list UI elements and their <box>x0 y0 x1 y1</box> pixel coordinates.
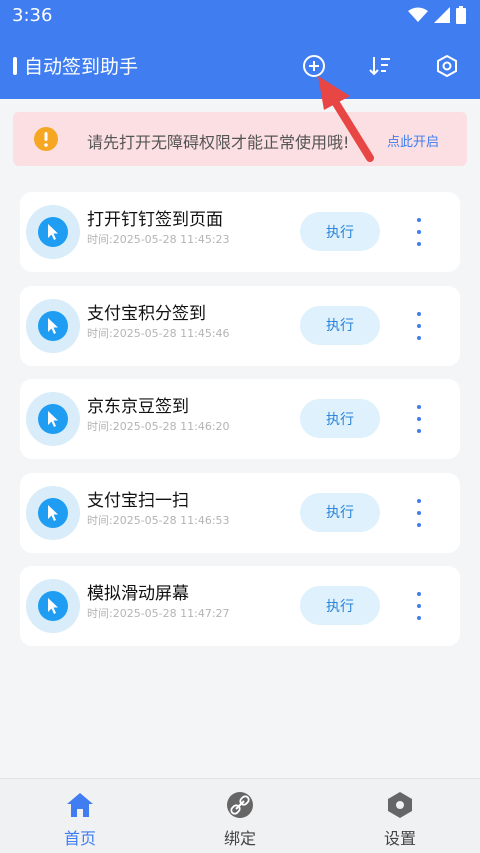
task-card[interactable]: 支付宝积分签到 时间:2025-05-28 11:45:46 执行 <box>20 285 460 366</box>
cursor-icon <box>48 224 58 240</box>
task-title: 支付宝扫一扫 <box>87 490 189 511</box>
task-avatar <box>26 392 80 447</box>
cursor-icon <box>48 317 58 334</box>
execute-button[interactable]: 执行 <box>300 586 380 626</box>
task-title: 京东京豆签到 <box>87 397 189 418</box>
task-card[interactable]: 京东京豆签到 时间:2025-05-28 11:46:20 执行 <box>20 379 460 460</box>
status-icons <box>408 6 466 24</box>
app-title: 自动签到助手 <box>24 56 139 78</box>
notice-text: 请先打开无障碍权限才能正常使用哦! <box>87 133 350 152</box>
more-options-icon[interactable] <box>412 592 426 621</box>
title-accent-bar <box>13 57 17 75</box>
more-options-icon[interactable] <box>412 498 426 527</box>
task-avatar <box>26 205 80 259</box>
enable-accessibility-link[interactable]: 点此开启 <box>387 131 439 150</box>
task-time: 时间:2025-05-28 11:46:20 <box>87 420 230 434</box>
signal-icon <box>434 7 450 23</box>
add-icon <box>303 55 325 77</box>
more-options-icon[interactable] <box>412 311 426 340</box>
cursor-icon <box>48 504 58 521</box>
status-time: 3:36 <box>12 5 53 26</box>
nav-home[interactable]: 首页 <box>20 779 140 853</box>
nav-bind-label: 绑定 <box>223 829 256 848</box>
task-time: 时间:2025-05-28 11:45:23 <box>87 233 230 246</box>
cursor-icon <box>48 598 58 615</box>
bottom-nav: 首页 绑定 设置 <box>0 778 480 853</box>
settings-icon <box>388 792 412 818</box>
accessibility-notice: 请先打开无障碍权限才能正常使用哦! 点此开启 <box>13 112 467 166</box>
task-card[interactable]: 打开钉钉签到页面 时间:2025-05-28 11:45:23 执行 <box>20 192 460 272</box>
battery-icon <box>456 6 466 24</box>
task-title: 支付宝积分签到 <box>87 303 206 324</box>
execute-button[interactable]: 执行 <box>300 305 380 345</box>
wifi-icon <box>408 7 428 22</box>
task-time: 时间:2025-05-28 11:45:46 <box>87 326 230 340</box>
task-title: 模拟滑动屏幕 <box>87 584 189 605</box>
execute-button[interactable]: 执行 <box>300 492 380 532</box>
sort-button[interactable] <box>366 52 394 80</box>
task-avatar <box>26 298 80 353</box>
cursor-icon <box>48 411 58 428</box>
home-icon <box>67 793 93 817</box>
settings-button[interactable] <box>433 52 461 80</box>
sort-icon <box>369 57 390 76</box>
task-list: 打开钉钉签到页面 时间:2025-05-28 11:45:23 执行 支付宝积分… <box>20 192 460 660</box>
execute-button[interactable]: 执行 <box>300 399 380 439</box>
nav-bind[interactable]: 绑定 <box>180 779 300 853</box>
task-time: 时间:2025-05-28 11:47:27 <box>87 607 230 621</box>
title-row: 自动签到助手 <box>0 48 480 84</box>
settings-icon <box>437 54 457 78</box>
task-card[interactable]: 模拟滑动屏幕 时间:2025-05-28 11:47:27 执行 <box>20 566 460 647</box>
task-time: 时间:2025-05-28 11:46:53 <box>87 513 230 527</box>
more-options-icon[interactable] <box>412 218 426 246</box>
more-options-icon[interactable] <box>412 405 426 434</box>
nav-home-label: 首页 <box>63 829 96 848</box>
task-avatar <box>26 579 80 634</box>
app-bar: 3:36 自动签到助手 <box>0 0 480 99</box>
link-icon <box>227 792 253 818</box>
task-avatar <box>26 485 80 540</box>
warning-icon <box>34 127 58 151</box>
task-card[interactable]: 支付宝扫一扫 时间:2025-05-28 11:46:53 执行 <box>20 472 460 553</box>
nav-settings[interactable]: 设置 <box>340 779 460 853</box>
nav-settings-label: 设置 <box>383 829 416 848</box>
add-button[interactable] <box>300 52 328 80</box>
task-title: 打开钉钉签到页面 <box>87 210 223 230</box>
execute-button[interactable]: 执行 <box>300 212 380 251</box>
